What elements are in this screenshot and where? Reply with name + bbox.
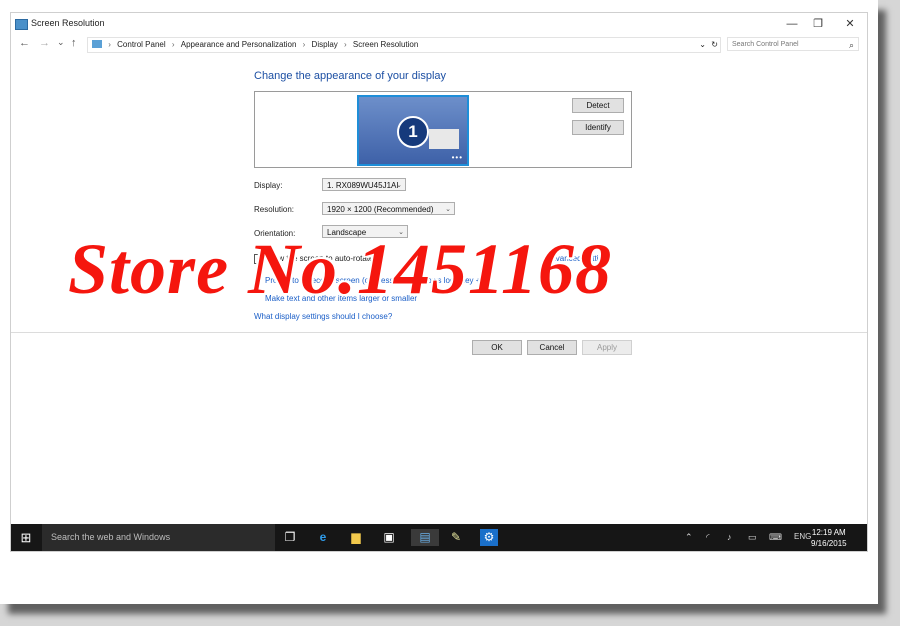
tiles-icon (429, 129, 459, 149)
maximize-button[interactable]: ❐ (805, 16, 831, 32)
resolution-select[interactable]: 1920 × 1200 (Recommended) ⌄ (322, 202, 455, 215)
system-clock[interactable]: 12:19 AM 9/16/2015 (811, 527, 847, 549)
dots-icon: ••• (451, 153, 463, 162)
taskbar-search-input[interactable]: Search the web and Windows (42, 524, 275, 551)
display-label: Display: (254, 181, 283, 190)
refresh-icon[interactable]: ↻ (711, 38, 718, 52)
search-icon[interactable]: ⌕ (849, 38, 854, 52)
task-view-icon[interactable]: ❐ (281, 529, 299, 546)
taskbar: ⊞ Search the web and Windows ❐ e ▆ ▣ ▤ ✎… (11, 524, 867, 551)
page-title: Change the appearance of your display (254, 70, 447, 82)
ok-button[interactable]: OK (472, 340, 522, 355)
identify-button[interactable]: Identify (572, 120, 624, 135)
volume-icon[interactable]: ♪ (727, 532, 732, 542)
keyboard-icon[interactable]: ⌨ (769, 532, 782, 543)
up-arrow-icon[interactable]: ↑ (71, 37, 77, 49)
breadcrumb-screen-resolution[interactable]: Screen Resolution (353, 40, 418, 49)
windows-start-icon[interactable]: ⊞ (11, 524, 41, 551)
resolution-select-value: 1920 × 1200 (Recommended) (327, 205, 434, 214)
paint-icon[interactable]: ✎ (447, 529, 465, 546)
display-help-link[interactable]: What display settings should I choose? (254, 312, 392, 321)
chevron-down-icon: ⌄ (396, 182, 402, 189)
display-preview: 1 ••• Detect Identify (254, 91, 632, 168)
title-bar[interactable]: Screen Resolution — ❐ ✕ (11, 13, 867, 35)
show-hidden-icons-chevron-icon[interactable]: ⌃ (685, 532, 693, 543)
photo-frame: Screen Resolution — ❐ ✕ ← → ⌄ ↑ › Contro… (0, 0, 878, 604)
language-indicator[interactable]: ENG (794, 532, 811, 541)
forward-arrow-icon[interactable]: → (39, 37, 50, 49)
close-button[interactable]: ✕ (837, 16, 863, 32)
control-panel-taskbar-icon[interactable]: ▤ (411, 529, 439, 546)
search-input[interactable]: Search Control Panel ⌕ (727, 37, 859, 51)
wifi-icon[interactable]: ◜ (706, 532, 710, 543)
settings-gear-icon[interactable]: ⚙ (480, 529, 498, 546)
window-title: Screen Resolution (31, 18, 105, 28)
control-panel-icon (92, 40, 102, 48)
detect-button[interactable]: Detect (572, 98, 624, 113)
monitor-number-badge: 1 (397, 116, 429, 148)
divider (11, 332, 867, 333)
address-bar: ← → ⌄ ↑ › Control Panel › Appearance and… (11, 36, 867, 53)
minimize-button[interactable]: — (779, 16, 805, 32)
notifications-icon[interactable]: ▭ (748, 532, 757, 543)
display-select-value: 1. RX089WU45J1AI (327, 181, 399, 190)
file-explorer-icon[interactable]: ▆ (347, 529, 365, 546)
breadcrumb[interactable]: › Control Panel › Appearance and Persona… (87, 37, 721, 53)
apply-button[interactable]: Apply (582, 340, 632, 355)
breadcrumb-control-panel[interactable]: Control Panel (117, 40, 165, 49)
recent-locations-icon[interactable]: ⌄ (57, 37, 65, 48)
clock-date: 9/16/2015 (811, 539, 847, 548)
resolution-label: Resolution: (254, 205, 295, 214)
edge-browser-icon[interactable]: e (314, 529, 332, 546)
store-icon[interactable]: ▣ (380, 529, 398, 546)
clock-time: 12:19 AM (811, 528, 846, 537)
back-arrow-icon[interactable]: ← (19, 37, 30, 49)
monitor-1-thumbnail[interactable]: 1 ••• (357, 95, 469, 166)
store-watermark: Store No.1451168 (68, 229, 613, 309)
address-dropdown-icon[interactable]: ⌄ (699, 38, 706, 52)
search-placeholder: Search Control Panel (732, 41, 799, 48)
breadcrumb-appearance[interactable]: Appearance and Personalization (181, 40, 297, 49)
display-app-icon (15, 19, 28, 30)
breadcrumb-display[interactable]: Display (312, 40, 338, 49)
chevron-down-icon: ⌄ (445, 206, 451, 213)
display-select[interactable]: 1. RX089WU45J1AI ⌄ (322, 178, 406, 191)
cancel-button[interactable]: Cancel (527, 340, 577, 355)
